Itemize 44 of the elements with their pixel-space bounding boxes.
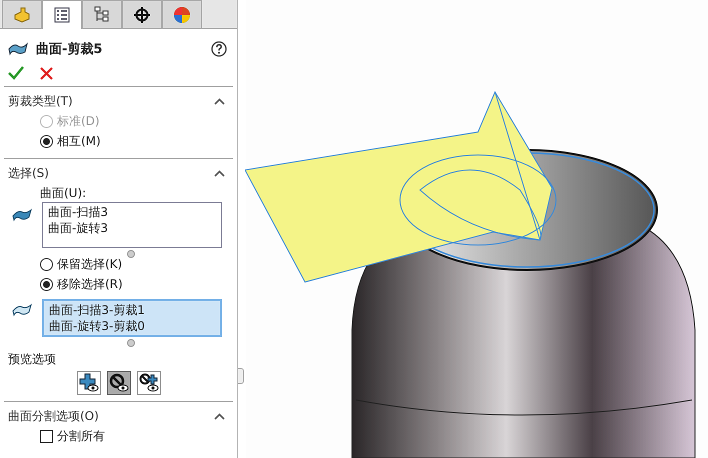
ok-check-icon[interactable] <box>8 66 24 80</box>
field-label: 曲面(U): <box>39 185 88 202</box>
feature-title: 曲面-剪裁5 <box>36 40 104 58</box>
section-title: 预览选项 <box>8 351 57 368</box>
resize-handle[interactable] <box>126 250 134 258</box>
collapse-caret-icon[interactable] <box>214 413 225 420</box>
section-title: 选择(S) <box>8 165 49 182</box>
preview-toggle-button[interactable] <box>76 371 100 395</box>
splitter-handle[interactable] <box>238 368 244 384</box>
collapse-caret-icon[interactable] <box>214 170 225 177</box>
list-item[interactable]: 曲面-旋转3 <box>48 220 216 236</box>
tree-icon <box>93 6 111 24</box>
section-title: 曲面分割选项(O) <box>8 408 99 425</box>
radio-button[interactable] <box>40 135 53 148</box>
collapse-caret-icon[interactable] <box>214 98 225 105</box>
surface-icon <box>12 303 32 317</box>
preview-toggle-button[interactable] <box>136 371 160 395</box>
radio-button[interactable] <box>40 278 53 291</box>
radio-label: 移除选择(R) <box>57 276 123 293</box>
radio-button[interactable] <box>40 258 53 271</box>
list-item[interactable]: 曲面-旋转3-剪裁0 <box>49 318 215 334</box>
radio-label: 标准(D) <box>57 113 100 130</box>
surface-icon <box>12 208 32 222</box>
panel-tab[interactable] <box>42 0 82 29</box>
radio-label: 相互(M) <box>57 133 101 150</box>
list-item[interactable]: 曲面-扫描3 <box>48 204 216 220</box>
help-icon[interactable] <box>211 41 227 57</box>
radio-label: 保留选择(K) <box>57 256 122 273</box>
section-title: 剪裁类型(T) <box>8 93 73 110</box>
surface-trim-icon <box>8 42 28 56</box>
list-item[interactable]: 曲面-扫描3-剪裁1 <box>49 302 215 318</box>
list-icon <box>53 6 71 24</box>
pieces-list[interactable]: 曲面-扫描3-剪裁1 曲面-旋转3-剪裁0 <box>42 299 222 337</box>
resize-handle[interactable] <box>126 339 134 347</box>
panel-tab[interactable] <box>122 0 162 28</box>
cancel-close-icon[interactable] <box>40 66 53 80</box>
crosshair-icon <box>133 6 151 24</box>
checkbox[interactable] <box>40 430 53 443</box>
checkbox-label: 分割所有 <box>57 428 105 445</box>
color-ball-icon <box>173 6 191 24</box>
surfaces-list[interactable]: 曲面-扫描3 曲面-旋转3 <box>42 202 222 248</box>
preview-toggle-button[interactable] <box>106 371 130 395</box>
part-icon <box>13 6 31 24</box>
panel-tab[interactable] <box>82 0 122 28</box>
